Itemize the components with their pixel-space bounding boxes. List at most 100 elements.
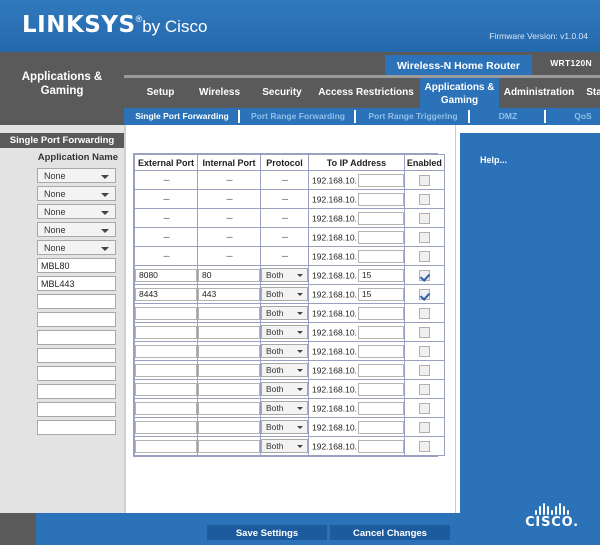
enabled-checkbox[interactable] — [418, 440, 430, 452]
application-name-input-15[interactable] — [37, 420, 116, 435]
ip-last-octet-input[interactable] — [357, 287, 404, 301]
chevron-down-icon — [297, 274, 303, 277]
protocol-select[interactable]: Both — [261, 287, 308, 301]
save-settings-button[interactable]: Save Settings — [207, 525, 327, 540]
application-select-2[interactable]: None — [37, 186, 116, 201]
application-select-3[interactable]: None — [37, 204, 116, 219]
application-name-input-8[interactable] — [37, 294, 116, 309]
ip-last-octet-input[interactable] — [357, 249, 404, 263]
tab-wireless[interactable]: Wireless — [187, 78, 252, 108]
external-port-input[interactable] — [135, 382, 197, 396]
external-port-input[interactable] — [135, 439, 197, 453]
external-port-input[interactable] — [135, 401, 197, 415]
help-link[interactable]: Help... — [480, 155, 507, 165]
application-name-input-11[interactable] — [37, 348, 116, 363]
internal-port-input[interactable] — [198, 363, 260, 377]
port-forwarding-table: External Port Internal Port Protocol To … — [134, 154, 445, 456]
enabled-checkbox[interactable] — [418, 174, 430, 186]
cell-external-port — [134, 379, 198, 399]
application-select-4[interactable]: None — [37, 222, 116, 237]
application-name-input-7[interactable] — [37, 276, 116, 291]
ip-last-octet-input[interactable] — [357, 401, 404, 415]
ip-last-octet-input[interactable] — [357, 230, 404, 244]
protocol-select[interactable]: Both — [261, 420, 308, 434]
cancel-changes-button[interactable]: Cancel Changes — [330, 525, 450, 540]
ip-last-octet-input[interactable] — [357, 268, 404, 282]
application-select-5[interactable]: None — [37, 240, 116, 255]
internal-port-input[interactable] — [198, 287, 260, 301]
enabled-checkbox[interactable] — [418, 383, 430, 395]
enabled-checkbox[interactable] — [418, 288, 430, 300]
external-port-input[interactable] — [135, 420, 197, 434]
subtab-single-port-forwarding[interactable]: Single Port Forwarding — [126, 108, 238, 125]
enabled-checkbox[interactable] — [418, 364, 430, 376]
application-name-input-9[interactable] — [37, 312, 116, 327]
application-name-input-14[interactable] — [37, 402, 116, 417]
protocol-select[interactable]: Both — [261, 439, 308, 453]
ip-last-octet-input[interactable] — [357, 306, 404, 320]
external-port-input[interactable] — [135, 268, 197, 282]
table-header: External Port Internal Port Protocol To … — [134, 154, 445, 171]
external-port-input[interactable] — [135, 325, 197, 339]
protocol-select-value: Both — [266, 403, 284, 413]
internal-port-input[interactable] — [198, 382, 260, 396]
enabled-checkbox[interactable] — [418, 326, 430, 338]
ip-last-octet-input[interactable] — [357, 363, 404, 377]
cell-external-port — [134, 284, 198, 304]
enabled-checkbox[interactable] — [418, 269, 430, 281]
external-port-input[interactable] — [135, 363, 197, 377]
application-select-1[interactable]: None — [37, 168, 116, 183]
protocol-select[interactable]: Both — [261, 306, 308, 320]
tab-applications-gaming[interactable]: Applications & Gaming — [420, 78, 499, 108]
enabled-checkbox[interactable] — [418, 307, 430, 319]
protocol-select[interactable]: Both — [261, 382, 308, 396]
application-name-input-6[interactable] — [37, 258, 116, 273]
ip-last-octet-input[interactable] — [357, 439, 404, 453]
ip-last-octet-input[interactable] — [357, 325, 404, 339]
external-port-input[interactable] — [135, 344, 197, 358]
subtab-port-range-triggering[interactable]: Port Range Triggering — [358, 108, 468, 125]
protocol-select[interactable]: Both — [261, 268, 308, 282]
enabled-checkbox[interactable] — [418, 345, 430, 357]
application-name-input-13[interactable] — [37, 384, 116, 399]
enabled-checkbox[interactable] — [418, 212, 430, 224]
external-port-placeholder: --- — [163, 194, 170, 204]
tab-access-restrictions[interactable]: Access Restrictions — [312, 78, 420, 108]
internal-port-input[interactable] — [198, 268, 260, 282]
column-header-external-port: External Port — [134, 154, 198, 171]
tab-status[interactable]: Status — [579, 78, 600, 108]
protocol-select[interactable]: Both — [261, 401, 308, 415]
subtab-port-range-forwarding[interactable]: Port Range Forwarding — [242, 108, 354, 125]
enabled-checkbox[interactable] — [418, 421, 430, 433]
internal-port-input[interactable] — [198, 306, 260, 320]
cell-to-ip-address: 192.168.10. — [308, 227, 405, 247]
application-name-input-10[interactable] — [37, 330, 116, 345]
enabled-checkbox[interactable] — [418, 250, 430, 262]
internal-port-input[interactable] — [198, 439, 260, 453]
external-port-input[interactable] — [135, 287, 197, 301]
subtab-qos[interactable]: QoS — [548, 108, 600, 125]
tab-setup[interactable]: Setup — [134, 78, 187, 108]
ip-last-octet-input[interactable] — [357, 420, 404, 434]
external-port-input[interactable] — [135, 306, 197, 320]
internal-port-input[interactable] — [198, 344, 260, 358]
ip-last-octet-input[interactable] — [357, 211, 404, 225]
internal-port-input[interactable] — [198, 325, 260, 339]
internal-port-input[interactable] — [198, 401, 260, 415]
column-header-protocol: Protocol — [260, 154, 309, 171]
tab-security[interactable]: Security — [252, 78, 312, 108]
enabled-checkbox[interactable] — [418, 231, 430, 243]
protocol-select[interactable]: Both — [261, 363, 308, 377]
ip-last-octet-input[interactable] — [357, 192, 404, 206]
application-name-input-12[interactable] — [37, 366, 116, 381]
subtab-dmz[interactable]: DMZ — [472, 108, 544, 125]
enabled-checkbox[interactable] — [418, 402, 430, 414]
enabled-checkbox[interactable] — [418, 193, 430, 205]
protocol-select[interactable]: Both — [261, 325, 308, 339]
ip-last-octet-input[interactable] — [357, 344, 404, 358]
ip-last-octet-input[interactable] — [357, 173, 404, 187]
tab-administration[interactable]: Administration — [499, 78, 579, 108]
protocol-select[interactable]: Both — [261, 344, 308, 358]
ip-last-octet-input[interactable] — [357, 382, 404, 396]
internal-port-input[interactable] — [198, 420, 260, 434]
